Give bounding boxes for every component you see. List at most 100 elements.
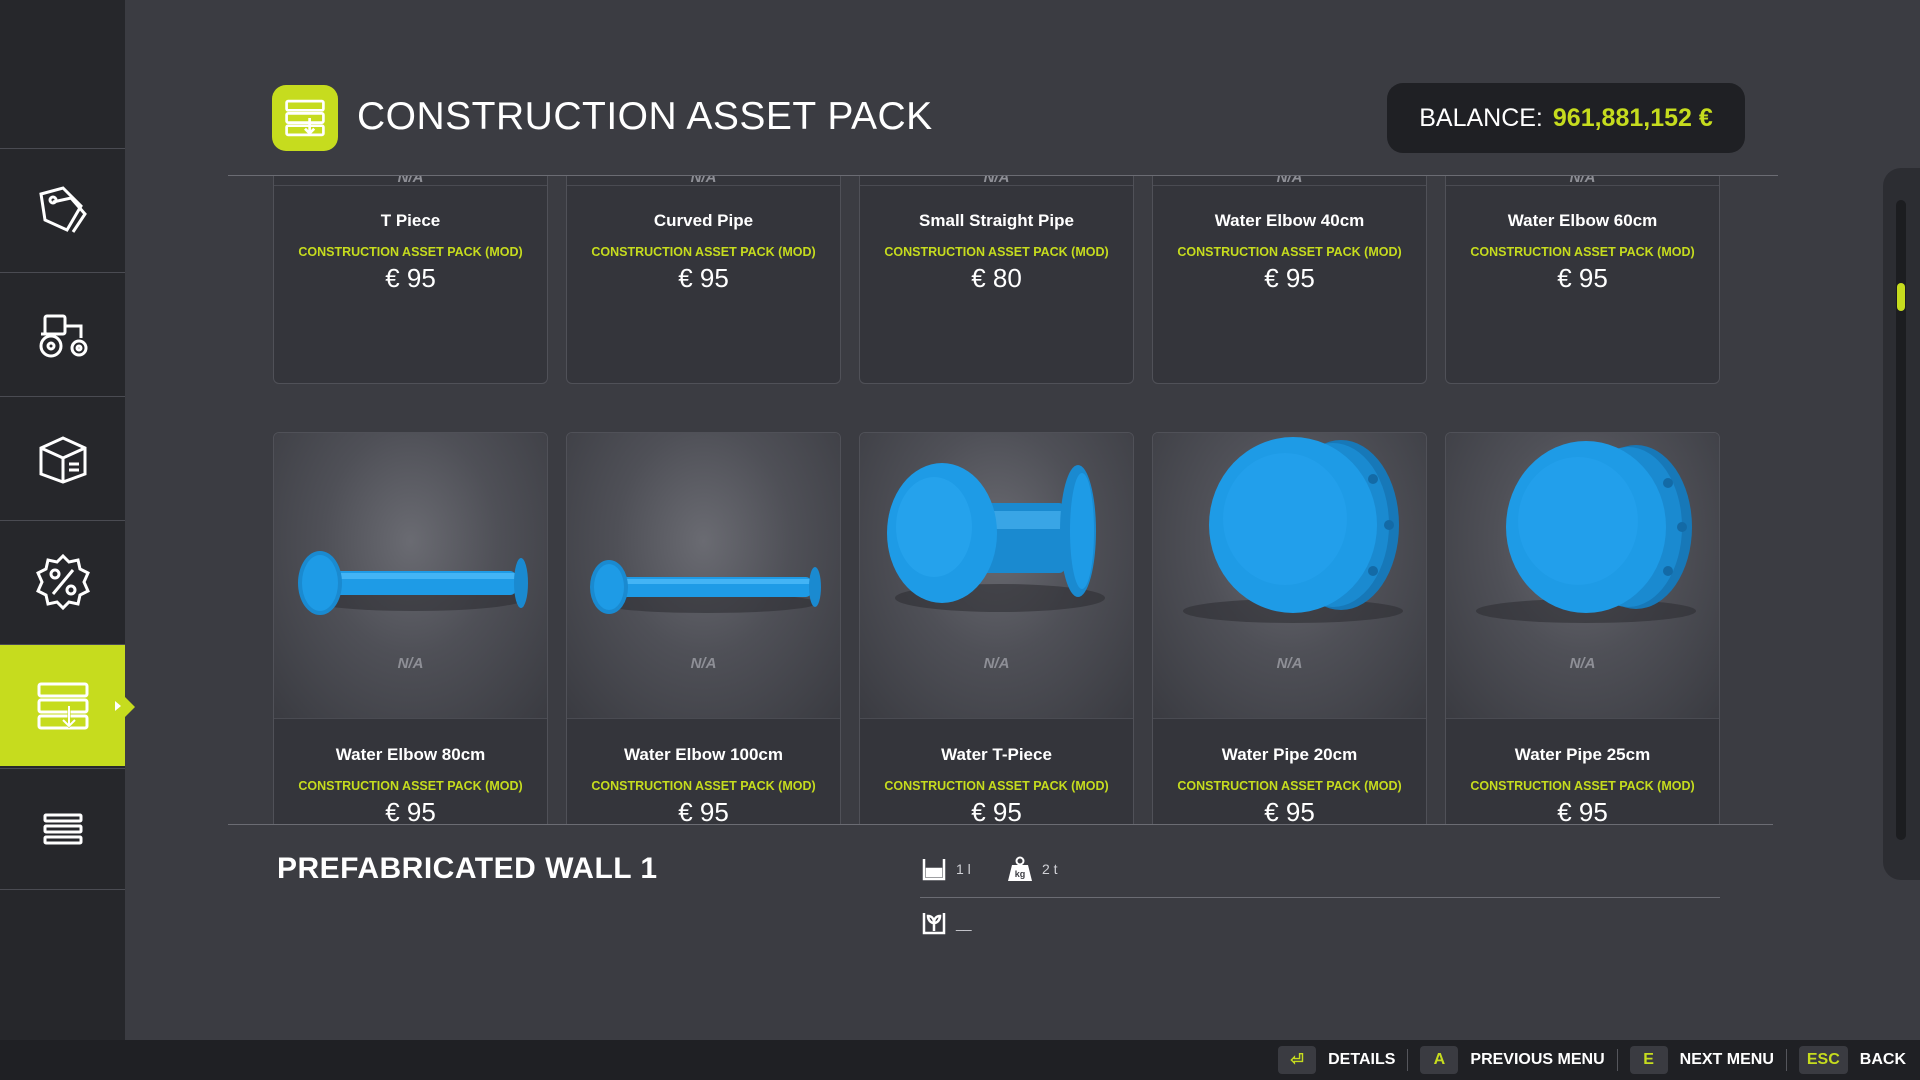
item-price: € 95 [385, 263, 436, 293]
item-price: € 95 [678, 797, 729, 824]
next-menu-hint-button[interactable]: E NEXT MENU [1629, 1046, 1774, 1074]
balance-display: BALANCE: 961,881,152 € [1387, 83, 1745, 153]
svg-text:kg: kg [1015, 869, 1026, 879]
tractor-icon [39, 314, 87, 357]
shop-item-card[interactable]: N/A Water Elbow 100cm CONSTRUCTION ASSET… [566, 432, 841, 824]
item-price: € 95 [971, 797, 1022, 824]
capacity-icon [922, 859, 946, 881]
hint-label: BACK [1859, 1051, 1906, 1068]
weight-value: 2 t [1042, 861, 1058, 877]
shop-grid[interactable]: N/A T Piece CONSTRUCTION ASSET PACK (MOD… [228, 176, 1778, 824]
weight-icon: kg [1008, 856, 1032, 881]
shop-item-card[interactable]: N/A Water Elbow 40cm CONSTRUCTION ASSET … [1152, 176, 1427, 384]
na-label: N/A [1276, 655, 1303, 672]
na-label: N/A [1569, 655, 1596, 672]
card-divider [274, 185, 547, 186]
item-pack: CONSTRUCTION ASSET PACK (MOD) [884, 779, 1109, 793]
fill-type-spec: __ [920, 909, 972, 937]
details-hint-button[interactable]: ⏎ DETAILS [1278, 1046, 1395, 1074]
weight-spec: kg 2 t [1006, 855, 1058, 883]
asset-pack-icon [285, 99, 325, 137]
key-badge: E [1629, 1046, 1668, 1074]
fill-type-value: __ [956, 915, 972, 931]
hint-label: PREVIOUS MENU [1470, 1051, 1605, 1068]
item-name: T Piece [380, 211, 441, 230]
shop-item-card[interactable]: N/A Curved Pipe CONSTRUCTION ASSET PACK … [566, 176, 841, 384]
shop-item-card[interactable]: N/A T Piece CONSTRUCTION ASSET PACK (MOD… [273, 176, 548, 384]
selected-item-title: PREFABRICATED WALL 1 [277, 852, 658, 885]
hint-divider [1407, 1049, 1409, 1071]
card-divider [1153, 718, 1426, 719]
long-pipe-image [298, 551, 528, 615]
item-price: € 95 [1264, 263, 1315, 293]
item-name: Water Elbow 80cm [335, 745, 486, 764]
disc-pipe-image [1183, 437, 1403, 623]
hint-divider [1785, 1049, 1787, 1071]
sidebar-item-sales[interactable] [0, 148, 125, 270]
card-divider [1153, 185, 1426, 186]
category-header-icon [272, 85, 338, 151]
item-name: Curved Pipe [653, 211, 754, 230]
na-label: N/A [397, 655, 424, 672]
item-price: € 95 [1557, 263, 1608, 293]
item-name: Water Elbow 40cm [1214, 211, 1365, 230]
fill-type-icon [922, 913, 946, 935]
na-label: N/A [983, 655, 1010, 672]
active-caret [115, 701, 121, 711]
t-piece-image [887, 463, 1105, 612]
item-name: Water Elbow 60cm [1507, 211, 1658, 230]
item-name: Small Straight Pipe [919, 211, 1074, 230]
shop-item-card[interactable]: N/A Water T-Piece CONSTRUCTION ASSET PAC… [859, 432, 1134, 824]
item-pack: CONSTRUCTION ASSET PACK (MOD) [298, 779, 523, 793]
card-divider [860, 718, 1133, 719]
item-pack: CONSTRUCTION ASSET PACK (MOD) [591, 245, 816, 259]
back-hint-button[interactable]: ESC BACK [1798, 1046, 1906, 1074]
category-sidebar [0, 0, 135, 1040]
balance-label: BALANCE: [1419, 103, 1543, 132]
sidebar-item-mod-packs[interactable] [0, 644, 135, 766]
key-badge: A [1420, 1046, 1459, 1074]
shop-item-card[interactable]: N/A Water Pipe 25cm CONSTRUCTION ASSET P… [1445, 432, 1720, 824]
card-divider [1446, 718, 1719, 719]
item-name: Water T-Piece [941, 745, 1052, 764]
item-pack: CONSTRUCTION ASSET PACK (MOD) [1177, 245, 1402, 259]
item-name: Water Pipe 25cm [1514, 745, 1651, 764]
card-divider [1446, 185, 1719, 186]
list-icon [43, 813, 82, 845]
item-price: € 95 [385, 797, 436, 824]
key-badge: ESC [1798, 1046, 1848, 1074]
item-price: € 95 [1264, 797, 1315, 824]
item-pack: CONSTRUCTION ASSET PACK (MOD) [298, 245, 523, 259]
hint-label: NEXT MENU [1679, 1051, 1774, 1068]
shop-item-card[interactable]: N/A Water Elbow 80cm CONSTRUCTION ASSET … [273, 432, 548, 824]
card-divider [860, 185, 1133, 186]
shop-item-card[interactable]: N/A Water Elbow 60cm CONSTRUCTION ASSET … [1445, 176, 1720, 384]
card-divider [567, 185, 840, 186]
item-name: Water Pipe 20cm [1221, 745, 1358, 764]
item-name: Water Elbow 100cm [623, 745, 784, 764]
grid-divider [228, 824, 1773, 825]
item-pack: CONSTRUCTION ASSET PACK (MOD) [1470, 245, 1695, 259]
box-icon [39, 435, 86, 484]
capacity-value: 1 l [956, 861, 971, 877]
disc-pipe-image [1476, 441, 1696, 623]
item-pack: CONSTRUCTION ASSET PACK (MOD) [884, 245, 1109, 259]
capacity-spec: 1 l [920, 855, 971, 883]
shop-item-card[interactable]: N/A Water Pipe 20cm CONSTRUCTION ASSET P… [1152, 432, 1427, 824]
balance-value: 961,881,152 € [1552, 103, 1713, 132]
scrollbar-thumb[interactable] [1897, 283, 1905, 311]
tag-icon [38, 185, 87, 233]
sidebar-item-objects[interactable] [0, 396, 125, 518]
sidebar-item-vehicles[interactable] [0, 272, 125, 394]
na-label: N/A [690, 655, 717, 672]
card-divider [567, 718, 840, 719]
enter-key-icon: ⏎ [1278, 1046, 1317, 1074]
sidebar-item-sale-offers[interactable] [0, 520, 125, 642]
shop-item-card[interactable]: N/A Small Straight Pipe CONSTRUCTION ASS… [859, 176, 1134, 384]
asset-pack-icon [37, 682, 88, 729]
hint-divider [1616, 1049, 1618, 1071]
item-pack: CONSTRUCTION ASSET PACK (MOD) [1177, 779, 1402, 793]
page-title: CONSTRUCTION ASSET PACK [357, 95, 933, 138]
previous-menu-hint-button[interactable]: A PREVIOUS MENU [1420, 1046, 1605, 1074]
sidebar-item-all[interactable] [0, 768, 125, 890]
